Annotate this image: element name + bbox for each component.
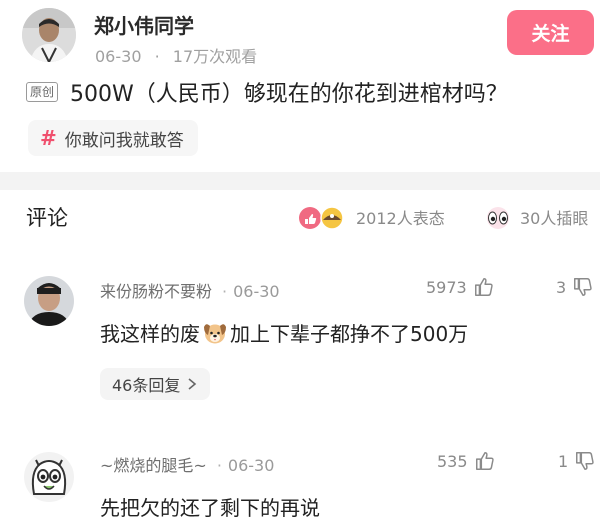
post-date: 06-30	[95, 47, 142, 66]
peek-count[interactable]: 30人插眼	[520, 205, 588, 229]
commenter-username[interactable]: 来份肠粉不要粉	[100, 282, 212, 301]
thumbs-up-icon[interactable]	[474, 450, 496, 472]
comment-item: 来份肠粉不要粉 · 06-30 5973 3 我这样的废 加上下辈子都挣不了500万…	[0, 260, 600, 410]
like-count: 535	[437, 451, 468, 471]
comment-item: ~燃烧的腿毛~ · 06-30 535 1 先把欠的还了剩下的再说	[0, 430, 600, 532]
dislike-count: 1	[558, 451, 569, 471]
dislike-count: 3	[556, 277, 567, 297]
dislike-control[interactable]: 3	[556, 276, 594, 298]
post: 郑小伟同学 06-30 · 17万次观看 关注 原创 500W（人民币）够现在的…	[0, 0, 600, 172]
original-tag: 原创	[26, 82, 59, 102]
dislike-control[interactable]: 1	[558, 450, 596, 472]
reply-count: 46条回复	[112, 376, 181, 395]
author-avatar-image	[22, 8, 76, 62]
reaction-count[interactable]: 2012人表态	[356, 205, 445, 229]
comment-text-part: 我这样的废	[100, 322, 200, 346]
commenter-name: ~燃烧的腿毛~ · 06-30	[100, 452, 274, 476]
post-title: 500W（人民币）够现在的你花到进棺材吗？	[70, 82, 508, 107]
dog-emoji-icon	[204, 323, 226, 343]
author-avatar[interactable]	[22, 8, 76, 62]
commenter-avatar-image	[24, 276, 74, 326]
thumbs-down-icon[interactable]	[572, 276, 594, 298]
post-meta: 06-30 · 17万次观看	[95, 43, 257, 67]
commenter-name: 来份肠粉不要粉 · 06-30	[100, 278, 280, 302]
view-replies-button[interactable]: 46条回复	[100, 368, 211, 400]
topic-label: 你敢问我就敢答	[64, 130, 184, 151]
commenter-avatar[interactable]	[24, 276, 74, 326]
comment-date: 06-30	[227, 456, 275, 475]
hash-icon: #	[40, 126, 57, 150]
post-views: 17万次观看	[172, 47, 258, 66]
thumbs-up-icon[interactable]	[473, 276, 495, 298]
meta-separator: ·	[222, 282, 228, 301]
section-divider	[0, 172, 600, 190]
comment-text: 我这样的废 加上下辈子都挣不了500万	[100, 318, 468, 347]
meta-separator: ·	[154, 47, 160, 66]
chevron-right-icon	[188, 378, 197, 390]
like-count: 5973	[426, 277, 467, 297]
like-control[interactable]: 5973	[426, 276, 495, 298]
commenter-avatar-image	[24, 452, 74, 502]
comment-text: 先把欠的还了剩下的再说	[100, 496, 320, 520]
thumbs-down-icon[interactable]	[574, 450, 596, 472]
author-name[interactable]: 郑小伟同学	[94, 10, 194, 39]
comments-title: 评论	[26, 206, 68, 230]
commenter-username[interactable]: ~燃烧的腿毛~	[100, 456, 207, 475]
follow-button[interactable]: 关注	[507, 10, 594, 55]
like-control[interactable]: 535	[437, 450, 496, 472]
post-title-row: 原创 500W（人民币）够现在的你花到进棺材吗？	[26, 76, 508, 108]
comments-header: 评论 2012人表态 30人插眼	[0, 190, 600, 242]
topic-chip[interactable]: # 你敢问我就敢答	[28, 120, 198, 156]
meta-separator: ·	[216, 456, 222, 475]
comment-text-part: 加上下辈子都挣不了500万	[230, 322, 469, 346]
commenter-avatar[interactable]	[24, 452, 74, 502]
peek-eyes-icon[interactable]	[480, 206, 516, 230]
reaction-badges-icon[interactable]	[298, 206, 348, 230]
comment-date: 06-30	[233, 282, 280, 301]
